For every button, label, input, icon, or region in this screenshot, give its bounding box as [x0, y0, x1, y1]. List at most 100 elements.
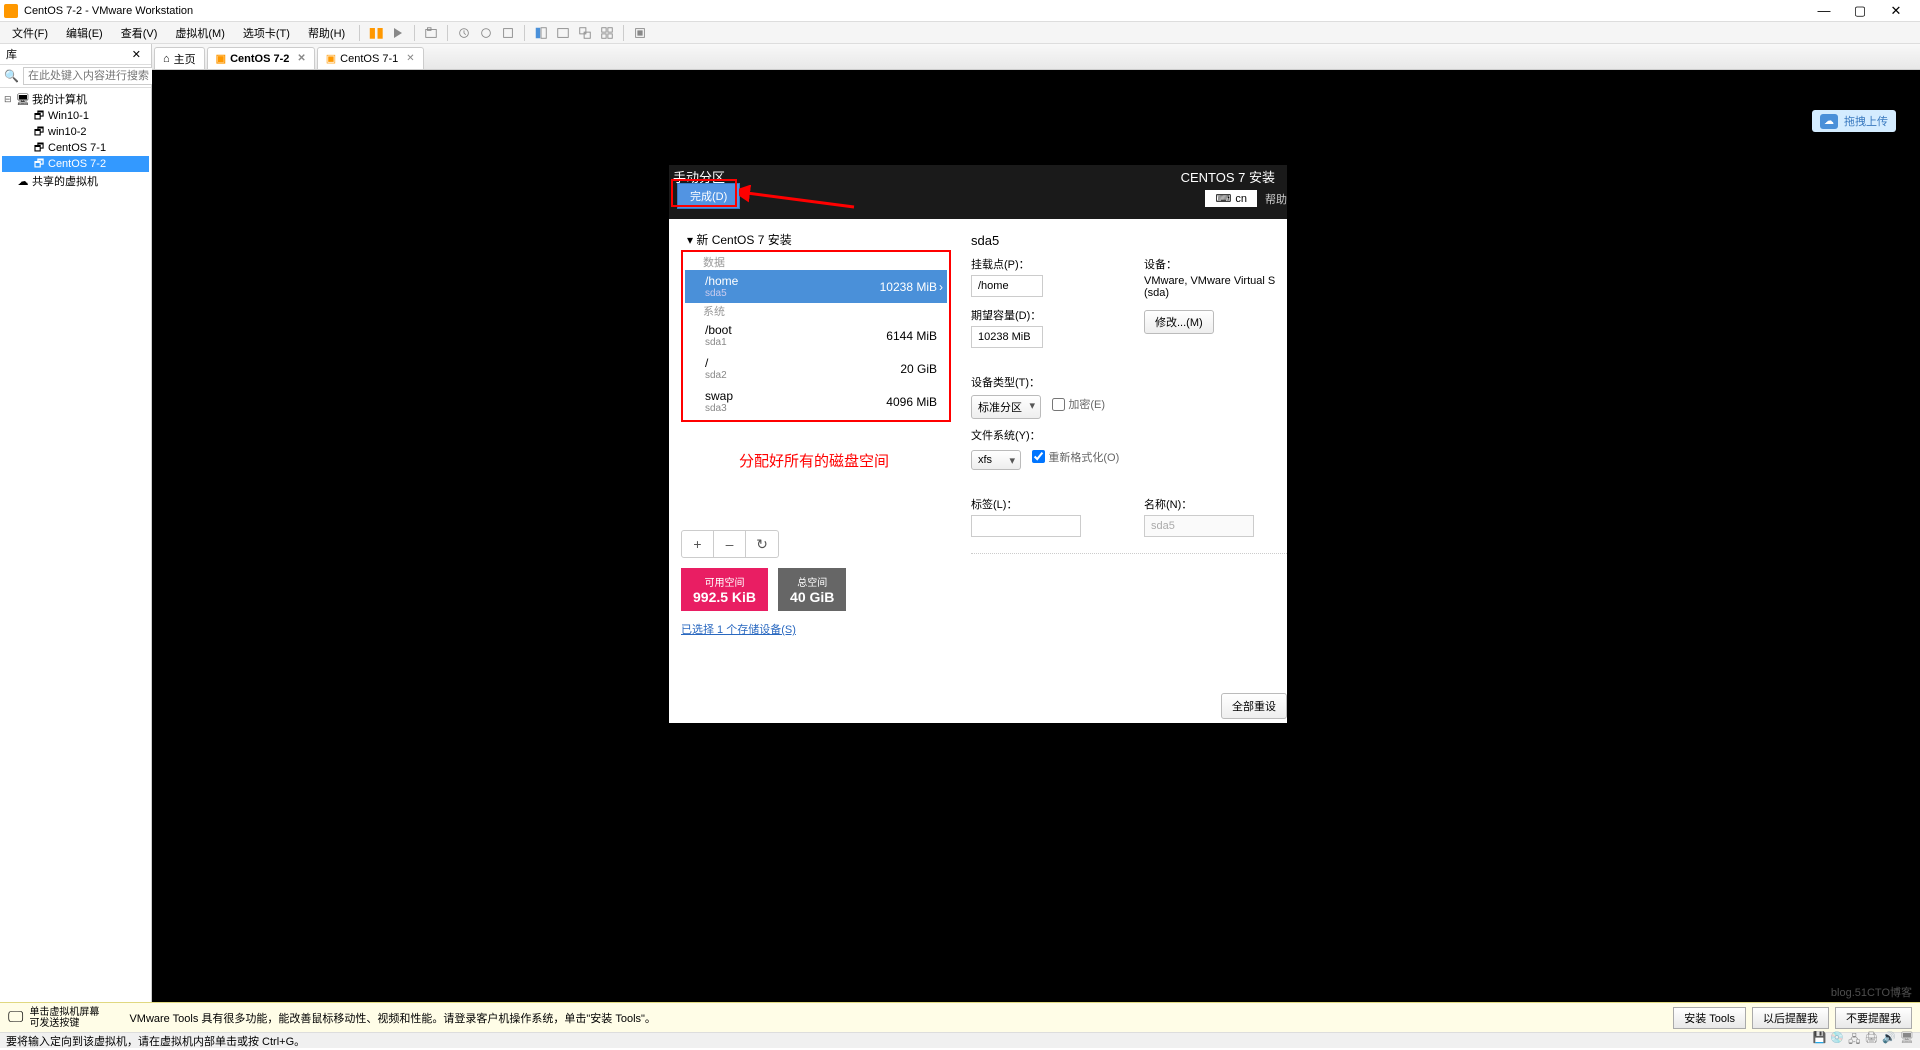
encrypt-checkbox[interactable]: 加密(E) — [1052, 396, 1105, 412]
reset-all-button[interactable]: 全部重设 — [1221, 693, 1287, 719]
status-bar: 要将输入定向到该虚拟机，请在虚拟机内部单击或按 Ctrl+G。 💾 💿 🖧 🖨 … — [0, 1032, 1920, 1048]
tree-item-win10-2[interactable]: 🗗win10-2 — [2, 124, 149, 140]
tab-close-icon[interactable]: ✕ — [293, 53, 305, 64]
pause-icon[interactable]: ▮▮ — [366, 23, 386, 43]
revert-icon[interactable] — [476, 23, 496, 43]
vm-icon: ▣ — [326, 52, 336, 65]
partition-group-title[interactable]: ▾ 新 CentOS 7 安装 — [681, 227, 951, 250]
menu-vm[interactable]: 虚拟机(M) — [167, 23, 233, 43]
cloud-icon: ☁ — [1820, 114, 1838, 129]
annotation-highlight-box: 数据 /homesda5 10238 MiB › 系统 /bootsda1 61… — [681, 250, 951, 422]
partition-boot[interactable]: /bootsda1 6144 MiB — [685, 319, 947, 352]
fullscreen-icon[interactable] — [553, 23, 573, 43]
free-space-card: 可用空间 992.5 KiB — [681, 568, 768, 611]
tab-strip: ⌂ 主页 ▣ CentOS 7-2 ✕ ▣ CentOS 7-1 ✕ — [152, 44, 1920, 70]
tab-home[interactable]: ⌂ 主页 — [154, 47, 205, 69]
add-partition-button[interactable]: + — [682, 531, 714, 557]
device-icon[interactable]: 💾 — [1813, 1031, 1827, 1050]
hint-icon: 🖵 — [8, 1009, 23, 1027]
menu-file[interactable]: 文件(F) — [4, 23, 56, 43]
details-heading: sda5 — [971, 233, 1287, 248]
tree-item-centos7-1[interactable]: 🗗CentOS 7-1 — [2, 140, 149, 156]
remove-partition-button[interactable]: – — [714, 531, 746, 557]
snapshot-manager-icon[interactable] — [454, 23, 474, 43]
view-all-icon[interactable] — [597, 23, 617, 43]
tag-label: 标签(L)： — [971, 496, 1114, 512]
refresh-partition-button[interactable]: ↻ — [746, 531, 778, 557]
vm-icon: 🗗 — [32, 157, 46, 171]
app-icon — [4, 4, 18, 18]
computer-icon: 🖥 — [16, 92, 30, 106]
maximize-button[interactable]: ▢ — [1848, 3, 1872, 19]
name-input[interactable] — [1144, 515, 1254, 537]
centos-installer: 手动分区 完成(D) CENTOS 7 安装 ⌨cn 帮助 — [669, 165, 1287, 723]
chevron-right-icon: › — [939, 280, 943, 294]
remind-later-button[interactable]: 以后提醒我 — [1752, 1007, 1829, 1029]
tree-item-win10-1[interactable]: 🗗Win10-1 — [2, 108, 149, 124]
vm-console[interactable]: ☁ 拖拽上传 手动分区 完成(D) CENTOS 7 安装 ⌨cn — [152, 70, 1920, 1002]
mount-point-input[interactable] — [971, 275, 1043, 297]
play-dropdown-icon[interactable] — [388, 23, 408, 43]
capacity-label: 期望容量(D)： — [971, 307, 1114, 323]
status-text: 要将输入定向到该虚拟机，请在虚拟机内部单击或按 Ctrl+G。 — [6, 1033, 305, 1049]
tree-item-centos7-2[interactable]: 🗗CentOS 7-2 — [2, 156, 149, 172]
status-icons: 💾 💿 🖧 🖨 🔊 🖥 — [1813, 1031, 1914, 1050]
vm-icon: 🗗 — [32, 125, 46, 139]
vm-icon: ▣ — [216, 52, 226, 65]
modify-button[interactable]: 修改...(M) — [1144, 310, 1214, 334]
watermark: blog.51CTO博客 — [1831, 984, 1912, 1000]
device-icon[interactable]: 💿 — [1830, 1031, 1844, 1050]
device-type-label: 设备类型(T)： — [971, 374, 1287, 390]
menu-help[interactable]: 帮助(H) — [300, 23, 353, 43]
storage-devices-link[interactable]: 已选择 1 个存储设备(S) — [681, 621, 796, 637]
menu-view[interactable]: 查看(V) — [113, 23, 166, 43]
partition-swap[interactable]: swapsda3 4096 MiB — [685, 385, 947, 418]
language-indicator[interactable]: ⌨cn — [1205, 190, 1257, 207]
tree-shared-vms[interactable]: ☁ 共享的虚拟机 — [2, 172, 149, 190]
device-icon[interactable]: 🖨 — [1864, 1031, 1878, 1050]
minimize-button[interactable]: — — [1812, 3, 1836, 19]
device-icon[interactable]: 🔊 — [1882, 1031, 1896, 1050]
menu-bar: 文件(F) 编辑(E) 查看(V) 虚拟机(M) 选项卡(T) 帮助(H) ▮▮ — [0, 22, 1920, 44]
device-icon[interactable]: 🖧 — [1848, 1031, 1860, 1050]
partition-toolbar: + – ↻ — [681, 530, 779, 558]
reformat-checkbox[interactable]: 重新格式化(O) — [1032, 449, 1119, 465]
total-space-card: 总空间 40 GiB — [778, 568, 846, 611]
menu-tabs[interactable]: 选项卡(T) — [235, 23, 298, 43]
install-tools-button[interactable]: 安装 Tools — [1673, 1007, 1746, 1029]
mount-point-label: 挂载点(P)： — [971, 256, 1114, 272]
annotation-arrow — [739, 185, 859, 216]
vm-tree: ⊟ 🖥 我的计算机 🗗Win10-1 🗗win10-2 🗗CentOS 7-1 … — [0, 88, 151, 192]
snapshot-icon[interactable] — [421, 23, 441, 43]
partition-root[interactable]: /sda2 20 GiB — [685, 352, 947, 385]
device-icon[interactable]: 🖥 — [1900, 1031, 1914, 1050]
stretch-icon[interactable] — [630, 23, 650, 43]
never-remind-button[interactable]: 不要提醒我 — [1835, 1007, 1912, 1029]
close-button[interactable]: ✕ — [1884, 3, 1908, 19]
manage-icon[interactable] — [498, 23, 518, 43]
partition-home[interactable]: /homesda5 10238 MiB › — [685, 270, 947, 303]
device-type-select[interactable]: 标准分区 — [971, 395, 1041, 419]
tab-centos7-1[interactable]: ▣ CentOS 7-1 ✕ — [317, 47, 424, 69]
tag-input[interactable] — [971, 515, 1081, 537]
unity-icon[interactable] — [575, 23, 595, 43]
filesystem-select[interactable]: xfs — [971, 450, 1021, 470]
vmtools-notification: 🖵 单击虚拟机屏幕可发送按键 VMware Tools 具有很多功能，能改善鼠标… — [0, 1002, 1920, 1032]
vmtools-message: VMware Tools 具有很多功能，能改善鼠标移动性、视频和性能。请登录客户… — [129, 1010, 655, 1026]
device-value: VMware, VMware Virtual S (sda) — [1144, 275, 1287, 299]
title-bar: CentOS 7-2 - VMware Workstation — ▢ ✕ — [0, 0, 1920, 22]
tab-close-icon[interactable]: ✕ — [402, 53, 414, 64]
tab-centos7-2[interactable]: ▣ CentOS 7-2 ✕ — [207, 47, 315, 69]
annotation-text: 分配好所有的磁盘空间 — [739, 450, 889, 471]
keyboard-icon: ⌨ — [1215, 192, 1231, 205]
fit-window-icon[interactable] — [531, 23, 551, 43]
capacity-input[interactable] — [971, 326, 1043, 348]
tree-root-my-computer[interactable]: ⊟ 🖥 我的计算机 — [2, 90, 149, 108]
upload-badge[interactable]: ☁ 拖拽上传 — [1812, 110, 1896, 132]
sidebar-close-icon[interactable]: ✕ — [128, 48, 145, 61]
menu-edit[interactable]: 编辑(E) — [58, 23, 111, 43]
installer-title: CENTOS 7 安装 — [1181, 167, 1287, 186]
help-link[interactable]: 帮助 — [1265, 191, 1287, 207]
partition-group-system: 系统 — [685, 303, 947, 319]
vm-icon: 🗗 — [32, 141, 46, 155]
